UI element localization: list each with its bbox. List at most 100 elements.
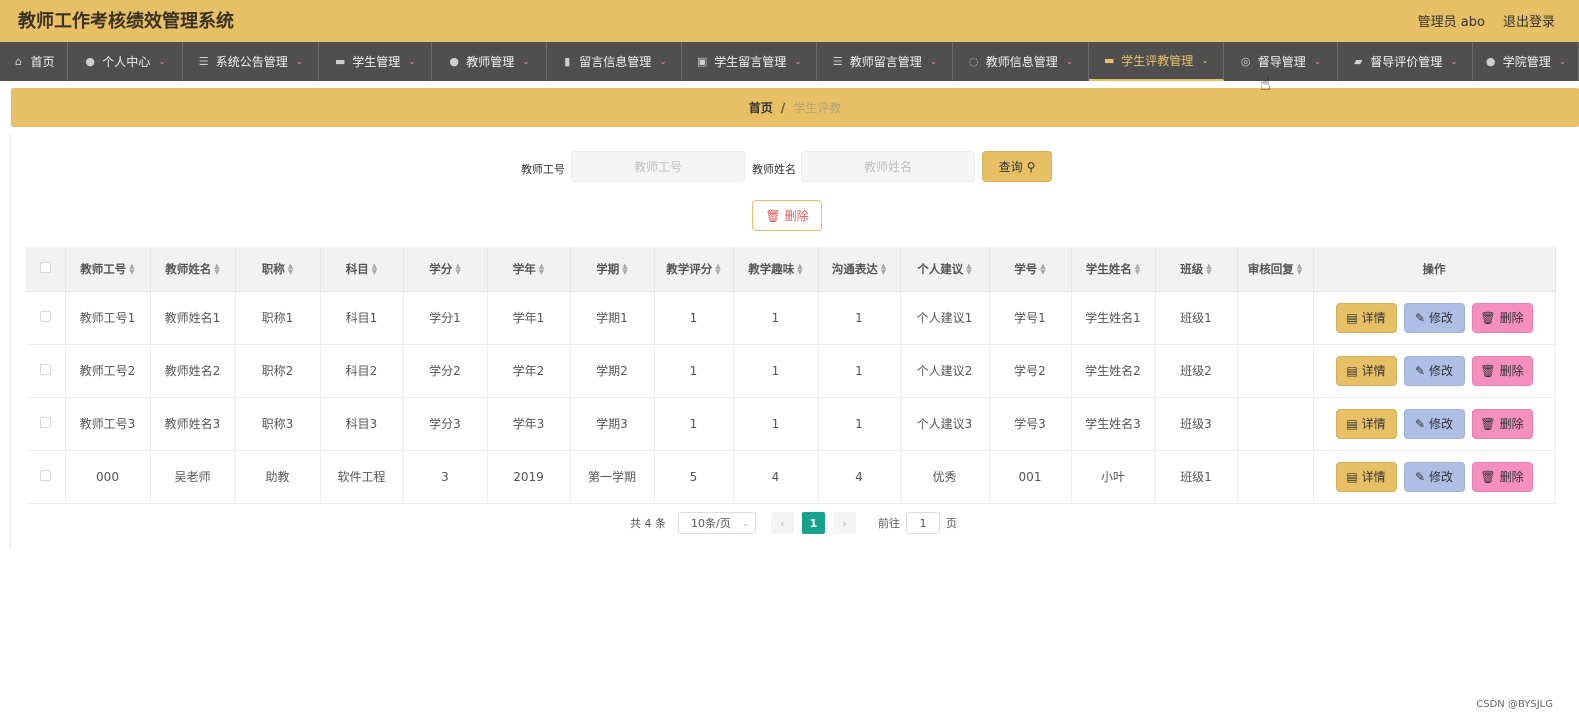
column-header[interactable]: 职称 ▲ ▼	[235, 247, 321, 292]
column-header[interactable]: 个人建议 ▲ ▼	[900, 247, 990, 292]
column-header[interactable]: 班级 ▲ ▼	[1155, 247, 1238, 292]
column-header[interactable]: 学分 ▲ ▼	[403, 247, 488, 292]
column-header[interactable]: 学号 ▲ ▼	[989, 247, 1072, 292]
sort-icon[interactable]: ▲ ▼	[214, 263, 219, 276]
delete-button[interactable]: 🗑 删除	[1471, 302, 1533, 333]
edit-button[interactable]: ✎ 修改	[1403, 461, 1465, 492]
page-number-current[interactable]: 1	[802, 512, 825, 534]
row-checkbox[interactable]	[39, 310, 51, 322]
chevron-down-icon: ⌄	[929, 56, 938, 67]
nav-item-0[interactable]: ⌂ 首页	[0, 42, 68, 81]
chevron-down-icon: ⌄	[1201, 55, 1209, 66]
sort-icon[interactable]: ▲ ▼	[622, 263, 627, 276]
sort-icon[interactable]: ▲ ▼	[539, 263, 544, 276]
column-header[interactable]: 学期 ▲ ▼	[570, 247, 655, 292]
sort-icon[interactable]: ▲ ▼	[1135, 263, 1140, 276]
delete-button[interactable]: 🗑 删除	[1471, 355, 1533, 386]
table-cell: 学期1	[570, 291, 655, 345]
sort-icon[interactable]: ▲ ▼	[455, 263, 460, 276]
next-page-button[interactable]: ›	[833, 512, 856, 534]
column-header[interactable]: 教学趣味 ▲ ▼	[733, 247, 819, 292]
nav-item-1[interactable]: ● 个人中心 ⌄	[68, 42, 183, 81]
nav-item-12[interactable]: ● 学院管理 ⌄	[1473, 42, 1579, 81]
breadcrumb-home[interactable]: 首页	[749, 99, 773, 116]
table-cell: 职称2	[235, 344, 321, 398]
column-header[interactable]: 学年 ▲ ▼	[487, 247, 571, 292]
page-size-value: 10条/页	[691, 517, 731, 530]
sort-icon[interactable]: ▲ ▼	[966, 263, 971, 276]
column-header-label: 科目	[345, 261, 369, 276]
nav-item-3[interactable]: ▬ 学生管理 ⌄	[319, 42, 432, 81]
delete-button[interactable]: 🗑 删除	[1471, 461, 1533, 492]
sort-icon[interactable]: ▲ ▼	[372, 263, 377, 276]
column-header[interactable]: 学生姓名 ▲ ▼	[1071, 247, 1156, 292]
admin-user-label[interactable]: 管理员 abo	[1418, 11, 1485, 30]
column-header-label: 操作	[1422, 261, 1446, 276]
sort-icon[interactable]: ▲ ▼	[797, 263, 802, 276]
column-header[interactable]: 教师工号 ▲ ▼	[65, 247, 151, 292]
nav-item-2[interactable]: ☰ 系统公告管理 ⌄	[183, 42, 319, 81]
column-header-label: 沟通表达	[831, 261, 878, 276]
nav-item-4[interactable]: ● 教师管理 ⌄	[432, 42, 547, 81]
column-header[interactable]: 科目 ▲ ▼	[320, 247, 404, 292]
column-header[interactable]: 教学评分 ▲ ▼	[654, 247, 734, 292]
column-header[interactable]: 审核回复 ▲ ▼	[1237, 247, 1314, 292]
nav-item-8[interactable]: ◌ 教师信息管理 ⌄	[953, 42, 1089, 81]
table-cell	[1237, 344, 1314, 398]
query-button[interactable]: 查询 ⚲	[982, 151, 1052, 182]
logout-link[interactable]: 退出登录	[1503, 11, 1555, 30]
table-cell: 1	[654, 397, 734, 451]
column-header[interactable]: 沟通表达 ▲ ▼	[818, 247, 901, 292]
nav-item-6[interactable]: ▣ 学生留言管理 ⌄	[682, 42, 817, 81]
goto-page-input[interactable]	[906, 512, 940, 534]
table-cell: 学分1	[403, 291, 488, 345]
chevron-left-icon: ‹	[780, 516, 785, 530]
edit-button[interactable]: ✎ 修改	[1403, 355, 1465, 386]
table-row: 教师工号1 教师姓名1 职称1 科目1 学分1 学年1 学期1 1 1 1 个人建议1 学号1 学生姓名…	[26, 291, 1556, 345]
pagination: 共 4 条 10条/页 ⌄ ‹ 1 › 前往 页	[630, 512, 957, 534]
sort-icon[interactable]: ▲ ▼	[288, 263, 293, 276]
actions-cell: ▤ 详情 ✎ 修改 🗑 删除	[1313, 450, 1556, 504]
nav-item-7[interactable]: ☰ 教师留言管理 ⌄	[817, 42, 953, 81]
detail-button[interactable]: ▤ 详情	[1335, 302, 1397, 333]
sort-icon[interactable]: ▲ ▼	[1040, 263, 1045, 276]
header-user-area: 管理员 abo 退出登录	[1418, 11, 1555, 30]
page-size-select[interactable]: 10条/页 ⌄	[678, 512, 756, 534]
row-checkbox[interactable]	[39, 416, 51, 428]
detail-button[interactable]: ▤ 详情	[1335, 461, 1397, 492]
nav-item-5[interactable]: ▮ 留言信息管理 ⌄	[547, 42, 682, 81]
page-unit-label: 页	[946, 517, 957, 530]
sort-icon[interactable]: ▲ ▼	[1297, 263, 1302, 276]
document-icon: ▤	[1346, 469, 1358, 484]
trash-icon: 🗑	[1480, 416, 1496, 431]
table-row: 000 吴老师 助教 软件工程 3 2019 第一学期 5 4 4 优秀 001 小叶 班级1 ▤ 详情 ✎ 修改…	[26, 450, 1556, 504]
sort-icon[interactable]: ▲ ▼	[881, 263, 886, 276]
detail-button[interactable]: ▤ 详情	[1335, 355, 1397, 386]
detail-button[interactable]: ▤ 详情	[1335, 408, 1397, 439]
column-header-label: 教学趣味	[748, 261, 795, 276]
edit-button[interactable]: ✎ 修改	[1403, 408, 1465, 439]
nav-item-11[interactable]: ▰ 督导评价管理 ⌄	[1338, 42, 1473, 81]
nav-item-label: 学院管理	[1502, 55, 1551, 69]
nav-item-label: 学生留言管理	[714, 55, 787, 69]
delete-button[interactable]: 🗑 删除	[1471, 408, 1533, 439]
column-header[interactable]: 教师姓名 ▲ ▼	[150, 247, 236, 292]
batch-delete-button[interactable]: 🗑 删除	[752, 200, 822, 231]
table-cell: 职称3	[235, 397, 321, 451]
pencil-icon: ✎	[1414, 310, 1426, 325]
sort-icon[interactable]: ▲ ▼	[1206, 263, 1211, 276]
prev-page-button[interactable]: ‹	[771, 512, 794, 534]
row-checkbox[interactable]	[39, 469, 51, 481]
select-all-checkbox[interactable]	[39, 261, 51, 273]
column-header-label: 学年	[512, 261, 536, 276]
document-icon: ▤	[1346, 363, 1358, 378]
edit-button[interactable]: ✎ 修改	[1403, 302, 1465, 333]
nav-item-10[interactable]: ◎ 督导管理 ⌄	[1224, 42, 1338, 81]
nav-item-9[interactable]: ▬ 学生评教管理 ⌄	[1089, 42, 1224, 81]
row-checkbox[interactable]	[39, 363, 51, 375]
chevron-down-icon: ⌄	[158, 56, 166, 67]
sort-icon[interactable]: ▲ ▼	[715, 263, 720, 276]
teacher-no-input[interactable]	[571, 151, 745, 182]
sort-icon[interactable]: ▲ ▼	[129, 263, 134, 276]
teacher-name-input[interactable]	[801, 151, 975, 182]
